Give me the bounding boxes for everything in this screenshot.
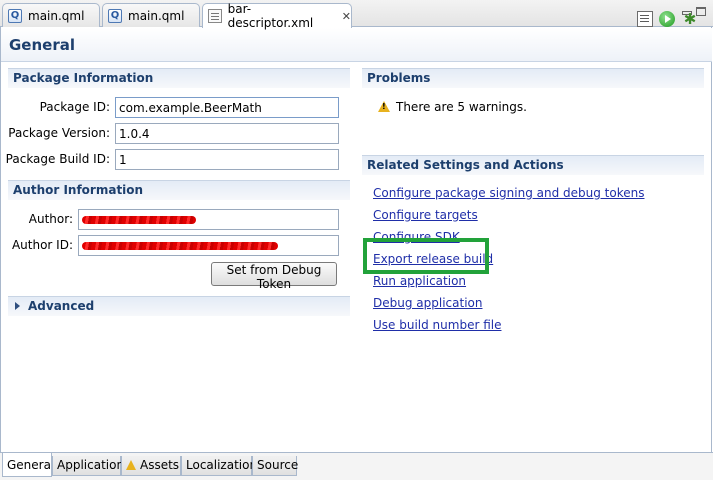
section-advanced[interactable]: Advanced <box>8 296 350 316</box>
section-title: Related Settings and Actions <box>367 158 564 172</box>
link-debug-application[interactable]: Debug application <box>373 296 482 310</box>
section-title: Advanced <box>28 299 95 313</box>
section-problems: Problems <box>362 68 704 88</box>
editor-tab-bar-descriptor[interactable]: bar-descriptor.xml ✕ <box>202 2 352 30</box>
warning-icon <box>126 460 136 470</box>
editor-tab-main-qml-1[interactable]: Q main.qml <box>2 3 100 27</box>
package-version-label: Package Version: <box>8 126 110 140</box>
tab-general[interactable]: General <box>2 453 54 477</box>
editor-tab-label: main.qml <box>128 8 185 23</box>
frame-border-right <box>711 27 712 452</box>
link-use-build-number-file[interactable]: Use build number file <box>373 318 501 332</box>
package-build-id-label: Package Build ID: <box>5 152 110 166</box>
editor-tab-label: bar-descriptor.xml <box>227 2 314 30</box>
highlight-box <box>363 238 489 274</box>
tab-source[interactable]: Source <box>252 456 298 476</box>
qml-file-icon: Q <box>108 8 122 23</box>
tab-label: Assets <box>140 458 180 472</box>
xml-file-icon <box>208 9 222 23</box>
redacted-author-scribble <box>82 216 196 224</box>
section-related-settings: Related Settings and Actions <box>362 155 704 175</box>
editor-tab-main-qml-2[interactable]: Q main.qml <box>102 3 200 27</box>
warning-icon <box>378 101 390 112</box>
package-id-label: Package ID: <box>39 100 110 114</box>
warning-message: There are 5 warnings. <box>396 100 527 114</box>
section-title: Package Information <box>13 71 154 85</box>
section-title: Problems <box>367 71 431 85</box>
section-package-information: Package Information <box>8 68 350 88</box>
settings-icon[interactable] <box>637 11 653 27</box>
editor-tab-bar: Q main.qml Q main.qml bar-descriptor.xml… <box>0 0 713 30</box>
debug-icon[interactable]: ✱ <box>682 11 698 27</box>
editor-tab-label: main.qml <box>28 8 85 23</box>
page-header: General <box>1 28 712 62</box>
link-configure-signing[interactable]: Configure package signing and debug toke… <box>373 186 644 200</box>
tab-assets[interactable]: Assets <box>121 456 181 476</box>
set-from-debug-token-button[interactable]: Set from Debug Token <box>211 262 337 291</box>
expand-triangle-icon[interactable] <box>15 302 20 310</box>
link-configure-targets[interactable]: Configure targets <box>373 208 478 222</box>
link-run-application[interactable]: Run application <box>373 274 466 288</box>
package-version-input[interactable] <box>115 123 339 144</box>
section-author-information: Author Information <box>8 180 350 200</box>
section-title: Author Information <box>13 183 144 197</box>
package-id-input[interactable] <box>115 97 339 118</box>
tab-application[interactable]: Application <box>52 456 124 476</box>
close-icon[interactable]: ✕ <box>342 10 351 23</box>
run-icon[interactable] <box>659 11 675 27</box>
qml-file-icon: Q <box>8 8 22 23</box>
author-label: Author: <box>28 212 73 226</box>
package-build-id-input[interactable] <box>115 149 339 170</box>
author-id-label: Author ID: <box>11 238 73 252</box>
page-title: General <box>9 36 75 54</box>
bottom-tab-bar: General Application Assets Localization … <box>0 452 713 480</box>
redacted-author-id-scribble <box>82 242 278 250</box>
tab-localization[interactable]: Localization <box>181 456 257 476</box>
